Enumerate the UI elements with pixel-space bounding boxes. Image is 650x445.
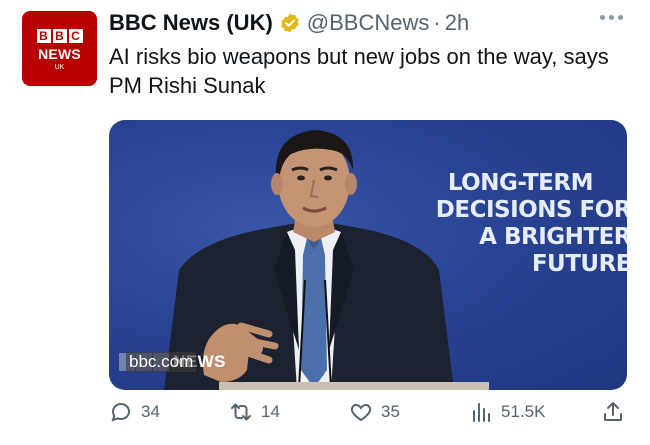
bbc-letter: B [36, 28, 51, 43]
avatar-uk-text: UK [54, 63, 65, 71]
like-count: 35 [381, 402, 400, 421]
heart-icon [350, 403, 372, 422]
bbc-logo-blocks: B B C [36, 28, 83, 43]
share-icon [604, 402, 622, 421]
separator-dot: · [433, 10, 441, 35]
reply-count: 34 [141, 402, 160, 421]
like-button[interactable]: 35 [349, 400, 400, 424]
bbc-letter: C [68, 28, 83, 43]
views-button[interactable]: 51.5K [469, 400, 545, 424]
watermark-domain: bbc.com [126, 352, 197, 372]
lectern [219, 382, 489, 390]
retweet-count: 14 [261, 402, 280, 421]
tweet-image[interactable]: LONG-TERM DECISIONS FOR A BRIGHTER FUTUR… [109, 120, 627, 390]
bbc-watermark: bbc.com NEWS [119, 352, 226, 372]
more-icon[interactable] [600, 12, 624, 22]
views-count: 51.5K [501, 402, 546, 421]
account-handle[interactable]: @BBCNews [307, 10, 430, 36]
tweet-text: AI risks bio weapons but new jobs on the… [109, 44, 609, 98]
retweet-icon [231, 403, 251, 421]
reply-icon [111, 402, 131, 422]
tweet-actions: 34 14 35 51.5K [109, 400, 629, 430]
views-icon [473, 403, 490, 422]
speaker-figure [164, 130, 454, 390]
retweet-button[interactable]: 14 [229, 400, 280, 424]
tweet-timestamp[interactable]: 2h [445, 10, 469, 36]
verified-badge-icon [281, 13, 299, 33]
account-name[interactable]: BBC News (UK) [109, 10, 273, 36]
avatar-news-text: NEWS [38, 45, 81, 62]
share-button[interactable] [601, 400, 633, 424]
reply-button[interactable]: 34 [109, 400, 160, 424]
avatar[interactable]: B B C NEWS UK [22, 11, 97, 86]
bbc-letter: B [52, 28, 67, 43]
tweet-header: BBC News (UK) @BBCNews · 2h [109, 8, 469, 38]
